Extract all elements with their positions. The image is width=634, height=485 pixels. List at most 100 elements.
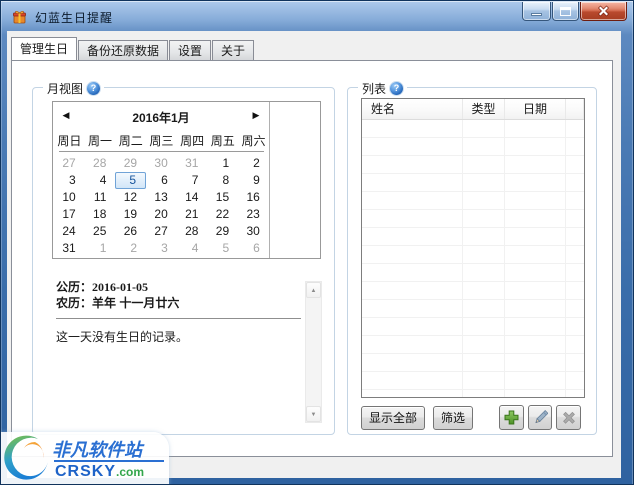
calendar-weekday: 周二 <box>118 134 143 148</box>
calendar-day[interactable]: 21 <box>177 206 208 223</box>
tab-backup-restore[interactable]: 备份还原数据 <box>78 40 169 60</box>
column-header-2[interactable]: 类型 <box>463 99 505 119</box>
calendar-day[interactable]: 1 <box>85 240 116 257</box>
help-icon[interactable]: ? <box>87 82 101 95</box>
calendar-day[interactable]: 11 <box>85 189 116 206</box>
table-row <box>362 210 584 228</box>
help-icon[interactable]: ? <box>390 82 404 95</box>
table-cell <box>362 156 463 174</box>
close-icon <box>598 5 609 17</box>
calendar-day[interactable]: 28 <box>85 155 116 172</box>
calendar-month-title[interactable]: 2016年1月 <box>53 109 269 126</box>
maximize-button[interactable] <box>552 2 579 21</box>
calendar-day[interactable]: 28 <box>177 223 208 240</box>
table-cell <box>362 354 463 372</box>
calendar-day[interactable]: 29 <box>115 155 146 172</box>
calendar-day[interactable]: 29 <box>207 223 238 240</box>
table-cell <box>505 156 566 174</box>
table-cell <box>362 210 463 228</box>
tab-strip: 管理生日 备份还原数据 设置 关于 <box>11 37 255 60</box>
table-cell <box>505 372 566 390</box>
calendar-weekday: 周四 <box>180 134 205 148</box>
titlebar[interactable]: 幻蓝生日提醒 <box>1 1 633 31</box>
column-header-3[interactable]: 日期 <box>505 99 566 119</box>
calendar-day[interactable]: 19 <box>115 206 146 223</box>
calendar-day[interactable]: 23 <box>238 206 269 223</box>
calendar-day[interactable]: 9 <box>238 172 269 189</box>
calendar-day[interactable]: 17 <box>54 206 85 223</box>
tab-manage-birthdays[interactable]: 管理生日 <box>11 37 78 60</box>
calendar-day[interactable]: 5 <box>207 240 238 257</box>
calendar-day[interactable]: 30 <box>146 155 177 172</box>
table-cell <box>566 138 584 156</box>
calendar-day[interactable]: 8 <box>207 172 238 189</box>
calendar-day[interactable]: 2 <box>115 240 146 257</box>
month-calendar[interactable]: ◀ 2016年1月 ▶ 周日 周一 周二 周三 周四 周五 周六 27 28 29 30 31 1 2 3… <box>52 101 321 259</box>
calendar-day[interactable]: 18 <box>85 206 116 223</box>
calendar-day[interactable]: 27 <box>54 155 85 172</box>
calendar-day[interactable]: 4 <box>177 240 208 257</box>
calendar-day[interactable]: 31 <box>54 240 85 257</box>
calendar-weekday: 周五 <box>210 134 235 148</box>
calendar-day[interactable]: 25 <box>85 223 116 240</box>
scroll-up-icon[interactable]: ▲ <box>306 282 321 298</box>
column-header-filler <box>566 99 584 119</box>
calendar-day[interactable]: 27 <box>146 223 177 240</box>
calendar-day-selected[interactable]: 5 <box>115 172 147 189</box>
table-cell <box>566 372 584 390</box>
calendar-day[interactable]: 24 <box>54 223 85 240</box>
calendar-day[interactable]: 4 <box>85 172 116 189</box>
calendar-day[interactable]: 16 <box>238 189 269 206</box>
close-button[interactable] <box>580 2 627 21</box>
calendar-day[interactable]: 13 <box>146 189 177 206</box>
calendar-day[interactable]: 7 <box>177 172 208 189</box>
table-cell <box>505 138 566 156</box>
calendar-day[interactable]: 12 <box>115 189 146 206</box>
watermark-crsky: CRSKY <box>55 463 117 480</box>
calendar-day[interactable]: 22 <box>207 206 238 223</box>
calendar-day[interactable]: 3 <box>54 172 85 189</box>
calendar-day[interactable]: 1 <box>207 155 238 172</box>
calendar-day[interactable]: 14 <box>177 189 208 206</box>
table-cell <box>463 156 505 174</box>
calendar-day[interactable]: 10 <box>54 189 85 206</box>
lunar-date-line: 农历：羊年 十一月廿六 <box>56 295 302 311</box>
filter-button[interactable]: 筛选 <box>433 406 473 430</box>
calendar-day[interactable]: 6 <box>238 240 269 257</box>
table-cell <box>505 390 566 397</box>
minimize-button[interactable] <box>522 2 551 21</box>
calendar-day[interactable]: 31 <box>177 155 208 172</box>
table-row <box>362 174 584 192</box>
watermark-com: .com <box>116 465 145 479</box>
tab-about[interactable]: 关于 <box>212 40 255 60</box>
show-all-button[interactable]: 显示全部 <box>361 406 425 430</box>
tab-settings[interactable]: 设置 <box>169 40 212 60</box>
calendar-weekday: 周三 <box>149 134 174 148</box>
delete-button[interactable] <box>556 405 581 430</box>
pencil-icon <box>535 409 548 423</box>
scroll-down-icon[interactable]: ▼ <box>306 406 321 422</box>
table-cell <box>566 354 584 372</box>
calendar-day[interactable]: 6 <box>146 172 177 189</box>
info-scrollbar[interactable]: ▲ ▼ <box>305 281 322 423</box>
birthday-table[interactable]: 姓名 类型 日期 <box>361 98 585 398</box>
next-month-icon[interactable]: ▶ <box>249 110 263 121</box>
calendar-day[interactable]: 3 <box>146 240 177 257</box>
table-cell <box>566 120 584 138</box>
calendar-day[interactable]: 26 <box>115 223 146 240</box>
info-divider <box>56 318 301 319</box>
tab-page-manage: 月视图 ? ◀ 2016年1月 ▶ 周日 周一 周二 周三 周四 周五 周六 27 28 29 3… <box>11 60 613 457</box>
table-cell <box>566 282 584 300</box>
edit-button[interactable] <box>528 405 552 430</box>
table-cell <box>463 228 505 246</box>
table-cell <box>505 210 566 228</box>
calendar-day[interactable]: 30 <box>238 223 269 240</box>
add-button[interactable] <box>499 405 524 430</box>
table-cell <box>566 390 584 397</box>
calendar-day[interactable]: 2 <box>238 155 269 172</box>
calendar-day[interactable]: 15 <box>207 189 238 206</box>
column-header-1[interactable]: 姓名 <box>362 99 463 119</box>
calendar-day[interactable]: 20 <box>146 206 177 223</box>
table-cell <box>505 264 566 282</box>
table-cell <box>362 138 463 156</box>
